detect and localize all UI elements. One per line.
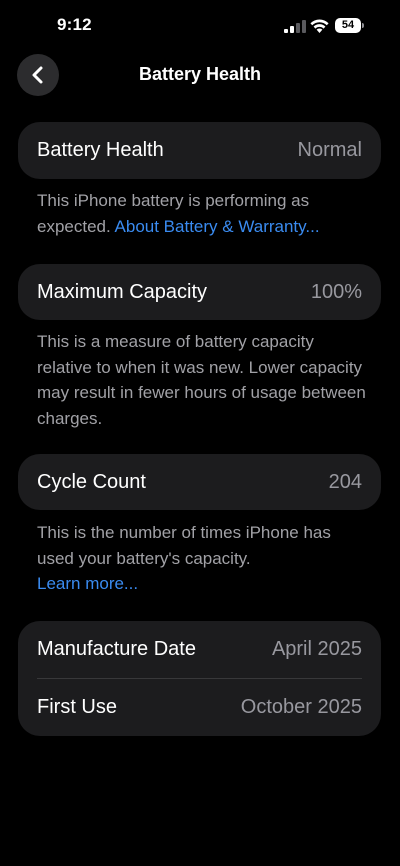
battery-health-label: Battery Health [37, 139, 164, 161]
manufacture-date-label: Manufacture Date [37, 637, 196, 660]
dates-card: Manufacture Date April 2025 First Use Oc… [18, 621, 381, 736]
page-title: Battery Health [138, 64, 262, 84]
battery-icon: 54 [335, 18, 365, 34]
learn-more-link[interactable]: Learn more... [37, 574, 138, 593]
about-battery-warranty-link[interactable]: About Battery & Warranty... [115, 217, 320, 236]
maximum-capacity-label: Maximum Capacity [37, 280, 208, 303]
maximum-capacity-value: 100% [310, 280, 362, 303]
battery-cap [362, 23, 364, 28]
first-use-label: First Use [37, 696, 117, 718]
cycle-count-description: This is the number of times iPhone has u… [37, 520, 367, 597]
battery-health-value: Normal [297, 139, 362, 161]
battery-health-row: Battery Health Normal [37, 122, 362, 179]
maximum-capacity-row: Maximum Capacity 100% [37, 264, 362, 320]
first-use-value: October 2025 [240, 696, 362, 718]
manufacture-date-value: April 2025 [271, 637, 362, 660]
cycle-count-label: Cycle Count [37, 470, 146, 493]
cycle-count-description-text: This is the number of times iPhone has u… [37, 523, 331, 568]
maximum-capacity-card: Maximum Capacity 100% [18, 264, 381, 320]
wifi-icon [310, 19, 329, 33]
battery-level: 54 [335, 18, 361, 33]
first-use-row: First Use October 2025 [37, 679, 362, 736]
maximum-capacity-description: This is a measure of battery capacity re… [37, 332, 366, 428]
cycle-count-value: 204 [328, 470, 362, 493]
battery-health-description: This iPhone battery is performing as exp… [37, 188, 367, 239]
cycle-count-row: Cycle Count 204 [37, 454, 362, 510]
manufacture-date-row: Manufacture Date April 2025 [37, 621, 362, 677]
status-time: 9:12 [57, 15, 92, 34]
cellular-signal-icon [284, 20, 306, 33]
battery-health-card: Battery Health Normal [18, 122, 381, 179]
status-bar: 9:12 54 [0, 0, 400, 52]
cycle-count-card: Cycle Count 204 [18, 454, 381, 510]
